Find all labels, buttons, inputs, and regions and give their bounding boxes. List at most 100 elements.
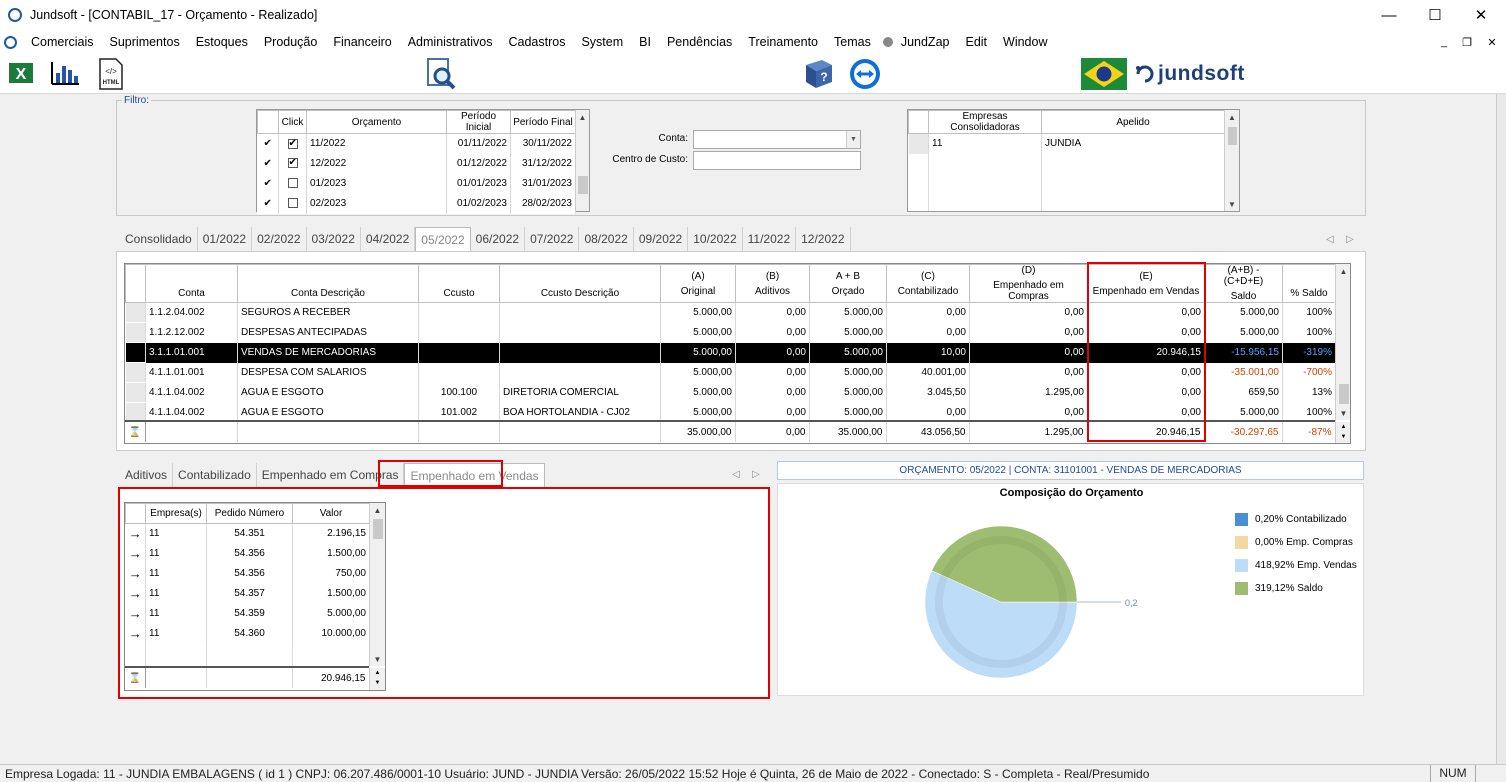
- menu-edit[interactable]: Edit: [957, 30, 995, 54]
- tab-next-icon[interactable]: ▷: [1346, 234, 1354, 245]
- menu-system[interactable]: System: [573, 30, 631, 54]
- excel-icon[interactable]: X: [6, 58, 36, 88]
- tab-empenhado-vendas[interactable]: Empenhado em Vendas: [404, 463, 545, 487]
- svg-text:?: ?: [820, 70, 827, 84]
- order-row[interactable]: → 11 54.360 10.000,00: [125, 623, 370, 644]
- tab-07-2022[interactable]: 07/2022: [525, 227, 580, 251]
- chevron-down-icon[interactable]: ▼: [846, 131, 860, 148]
- menu-temas[interactable]: Temas: [826, 30, 879, 54]
- budget-row[interactable]: 4.1.1.04.002 AGUA E ESGOTO 100.100 DIRETORI…: [125, 382, 1336, 403]
- budget-row[interactable]: 1.1.2.04.002 SEGUROS A RECEBER 5.000,00 0,0…: [125, 302, 1336, 323]
- menu-financeiro[interactable]: Financeiro: [325, 30, 399, 54]
- menu-pendencias[interactable]: Pendências: [659, 30, 740, 54]
- period-row[interactable]: ✔ 01/2023 01/01/2023 31/01/2023: [257, 173, 576, 194]
- period-row[interactable]: ✔ 12/2022 01/12/2022 31/12/2022: [257, 153, 576, 174]
- order-row[interactable]: → 11 54.356 1.500,00: [125, 543, 370, 564]
- menu-comerciais[interactable]: Comerciais: [23, 30, 102, 54]
- scroll-up-icon[interactable]: ▲: [370, 503, 385, 517]
- tab-empenhado-compras[interactable]: Empenhado em Compras: [257, 463, 405, 487]
- tab-06-2022[interactable]: 06/2022: [471, 227, 526, 251]
- html-icon[interactable]: </> HTML: [97, 58, 125, 90]
- scroll-down-icon[interactable]: ▼: [1336, 406, 1350, 420]
- detail-tab-prev-icon[interactable]: ◁: [732, 469, 740, 480]
- tab-prev-icon[interactable]: ◁: [1326, 234, 1334, 245]
- centro-custo-input[interactable]: [693, 151, 861, 170]
- empresa-row[interactable]: 11 JUNDIA: [908, 133, 1225, 154]
- search-report-icon[interactable]: [424, 57, 458, 91]
- tab-12-2022[interactable]: 12/2022: [796, 227, 851, 251]
- period-checkbox[interactable]: [278, 153, 307, 174]
- scroll-down-icon[interactable]: ▼: [370, 652, 385, 666]
- totals-scroll-spinner[interactable]: ▲ ▼: [1335, 422, 1350, 443]
- budget-header-emp-vendas: (E) Empenhado em Vendas: [1087, 264, 1205, 303]
- main-scrollbar[interactable]: [1496, 94, 1506, 764]
- conta-combobox[interactable]: ▼: [693, 130, 861, 149]
- budget-totals-row: ⌛ 35.000,00 0,00 35.000,00 43.056,50 1.2…: [125, 422, 1336, 442]
- menu-bi[interactable]: BI: [631, 30, 659, 54]
- budget-row[interactable]: 3.1.1.01.001 VENDAS DE MERCADORIAS 5.000,0…: [125, 342, 1336, 363]
- close-button[interactable]: ✕: [1458, 0, 1504, 30]
- minimize-button[interactable]: —: [1366, 0, 1412, 30]
- period-inicio: 01/01/2023: [446, 173, 511, 194]
- budget-row[interactable]: 4.1.1.01.001 DESPESA COM SALARIOS 5.000,00…: [125, 362, 1336, 383]
- tab-08-2022[interactable]: 08/2022: [579, 227, 634, 251]
- budget-row[interactable]: 1.1.2.12.002 DESPESAS ANTECIPADAS 5.000,00…: [125, 322, 1336, 343]
- tab-aditivos[interactable]: Aditivos: [120, 463, 174, 487]
- scroll-up-icon[interactable]: ▲: [1225, 110, 1239, 124]
- period-row[interactable]: ✔ 02/2023 01/02/2023 28/02/2023: [257, 193, 576, 214]
- teamviewer-icon[interactable]: [848, 57, 882, 91]
- order-row[interactable]: → 11 54.357 1.500,00: [125, 583, 370, 604]
- budget-scrollbar[interactable]: ▲ ▼: [1335, 264, 1350, 420]
- app-menu-icon[interactable]: [4, 35, 17, 49]
- row-orcado: 5.000,00: [809, 302, 887, 323]
- chart-icon[interactable]: [48, 58, 82, 88]
- row-indicator: [125, 322, 146, 343]
- tab-01-2022[interactable]: 01/2022: [198, 227, 253, 251]
- tab-11-2022[interactable]: 11/2022: [743, 227, 797, 251]
- mdi-minimize-button[interactable]: _: [1432, 30, 1456, 54]
- period-checkbox[interactable]: [278, 193, 307, 214]
- tab-consolidado[interactable]: Consolidado: [120, 227, 198, 251]
- scroll-up-icon[interactable]: ▲: [576, 110, 589, 124]
- period-checkbox[interactable]: [278, 173, 307, 194]
- help-book-icon[interactable]: ?: [802, 57, 836, 91]
- menu-treinamento[interactable]: Treinamento: [740, 30, 826, 54]
- app-icon: [8, 8, 22, 22]
- maximize-button[interactable]: ☐: [1412, 0, 1458, 30]
- menu-producao[interactable]: Produção: [256, 30, 326, 54]
- order-row[interactable]: → 11 54.356 750,00: [125, 563, 370, 584]
- menu-suprimentos[interactable]: Suprimentos: [102, 30, 188, 54]
- menu-window[interactable]: Window: [995, 30, 1055, 54]
- tab-02-2022[interactable]: 02/2022: [252, 227, 307, 251]
- menu-jundzap[interactable]: JundZap: [893, 30, 958, 54]
- jundzap-status-icon: [882, 37, 893, 47]
- order-row[interactable]: → 11 54.351 2.196,15: [125, 523, 370, 544]
- tab-contabilizado[interactable]: Contabilizado: [173, 463, 257, 487]
- period-row[interactable]: ✔ 11/2022 01/11/2022 30/11/2022: [257, 133, 576, 154]
- periods-header-fim: Período Final: [510, 110, 576, 134]
- tab-03-2022[interactable]: 03/2022: [307, 227, 361, 251]
- order-row[interactable]: → 11 54.359 5.000,00: [125, 603, 370, 624]
- total-pct-saldo: -87%: [1282, 422, 1336, 442]
- tab-05-2022[interactable]: 05/2022: [415, 227, 471, 251]
- order-valor: 1.500,00: [292, 543, 370, 564]
- orders-header-indicator: [125, 503, 146, 524]
- periods-scrollbar[interactable]: ▲: [575, 110, 589, 211]
- tab-04-2022[interactable]: 04/2022: [361, 227, 416, 251]
- orders-scrollbar[interactable]: ▲ ▼: [369, 503, 385, 666]
- menu-cadastros[interactable]: Cadastros: [500, 30, 573, 54]
- menu-administrativos[interactable]: Administrativos: [400, 30, 501, 54]
- menu-estoques[interactable]: Estoques: [188, 30, 256, 54]
- budget-header-contabilizado: (C) Contabilizado: [886, 264, 970, 303]
- tab-10-2022[interactable]: 10/2022: [688, 227, 743, 251]
- mdi-close-button[interactable]: ✕: [1480, 30, 1504, 54]
- scroll-down-icon[interactable]: ▼: [1225, 197, 1239, 211]
- detail-tab-next-icon[interactable]: ▷: [752, 469, 760, 480]
- scroll-up-icon[interactable]: ▲: [1336, 264, 1350, 278]
- empresas-scrollbar[interactable]: ▲ ▼: [1224, 110, 1239, 211]
- orders-totals-spinner[interactable]: ▲ ▼: [369, 668, 385, 690]
- tab-09-2022[interactable]: 09/2022: [634, 227, 689, 251]
- mdi-restore-button[interactable]: ❐: [1455, 30, 1479, 54]
- total-contabilizado: 43.056,50: [886, 422, 970, 442]
- period-checkbox[interactable]: [278, 133, 307, 154]
